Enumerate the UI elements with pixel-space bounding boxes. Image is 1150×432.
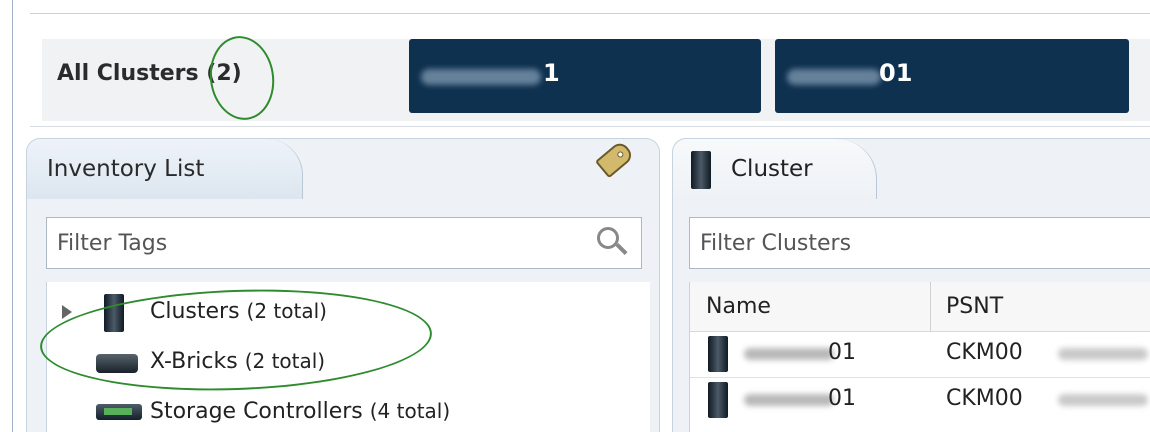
filter-clusters-placeholder: Filter Clusters (700, 231, 852, 256)
summary-bottom-divider (30, 126, 1150, 127)
cluster-tile-label: 01 (879, 59, 913, 87)
top-divider (30, 13, 1150, 14)
clusters-summary-bar: All Clusters (2) 1 01 (42, 39, 1150, 121)
tree-item-label: Storage Controllers (150, 399, 363, 424)
cluster-name-cell: 01 (828, 340, 856, 365)
redacted-psnt (1058, 348, 1148, 360)
cluster-server-icon (708, 382, 728, 418)
column-header-name[interactable]: Name (706, 294, 771, 319)
filter-clusters-input[interactable]: Filter Clusters (689, 217, 1150, 269)
column-divider[interactable] (930, 282, 931, 332)
psnt-cell: CKM00 (946, 340, 1023, 365)
cluster-server-icon (708, 336, 728, 372)
tree-item-storage-controllers[interactable]: Storage Controllers (4 total) (150, 399, 450, 424)
table-row[interactable]: 01 CKM00 (690, 332, 1150, 376)
redacted-cluster-name (787, 69, 881, 85)
cluster-name-cell: 01 (828, 386, 856, 411)
storage-controller-icon (96, 404, 142, 420)
search-icon-handle (615, 242, 628, 256)
window-left-edge (12, 0, 13, 432)
psnt-cell: CKM00 (946, 386, 1023, 411)
redacted-psnt (1058, 394, 1148, 406)
cluster-tile[interactable]: 1 (409, 39, 761, 113)
cluster-tile[interactable]: 01 (775, 39, 1129, 113)
inventory-tab-label: Inventory List (47, 156, 205, 182)
column-header-psnt[interactable]: PSNT (946, 294, 1003, 319)
search-icon[interactable] (597, 227, 628, 257)
filter-tags-placeholder: Filter Tags (57, 231, 168, 256)
cluster-tile-label: 1 (543, 59, 560, 87)
redacted-cluster-name (744, 348, 834, 360)
all-clusters-label: All Clusters (57, 61, 199, 86)
tag-hole (616, 150, 625, 159)
table-header: Name PSNT (690, 282, 1150, 332)
table-row[interactable]: 01 CKM00 (690, 377, 1150, 421)
tab-inventory-list[interactable]: Inventory List (27, 139, 303, 199)
tab-cluster[interactable]: Cluster (673, 139, 877, 199)
expand-arrow-icon[interactable] (62, 305, 72, 319)
redacted-cluster-name (744, 394, 834, 406)
cluster-tab-label: Cluster (731, 156, 813, 182)
redacted-cluster-name (421, 69, 541, 85)
clusters-table: Name PSNT 01 CKM00 01 CKM00 (689, 282, 1150, 432)
tree-item-count: (4 total) (369, 399, 451, 423)
cluster-server-icon (691, 151, 711, 189)
filter-tags-input[interactable]: Filter Tags (46, 217, 642, 269)
